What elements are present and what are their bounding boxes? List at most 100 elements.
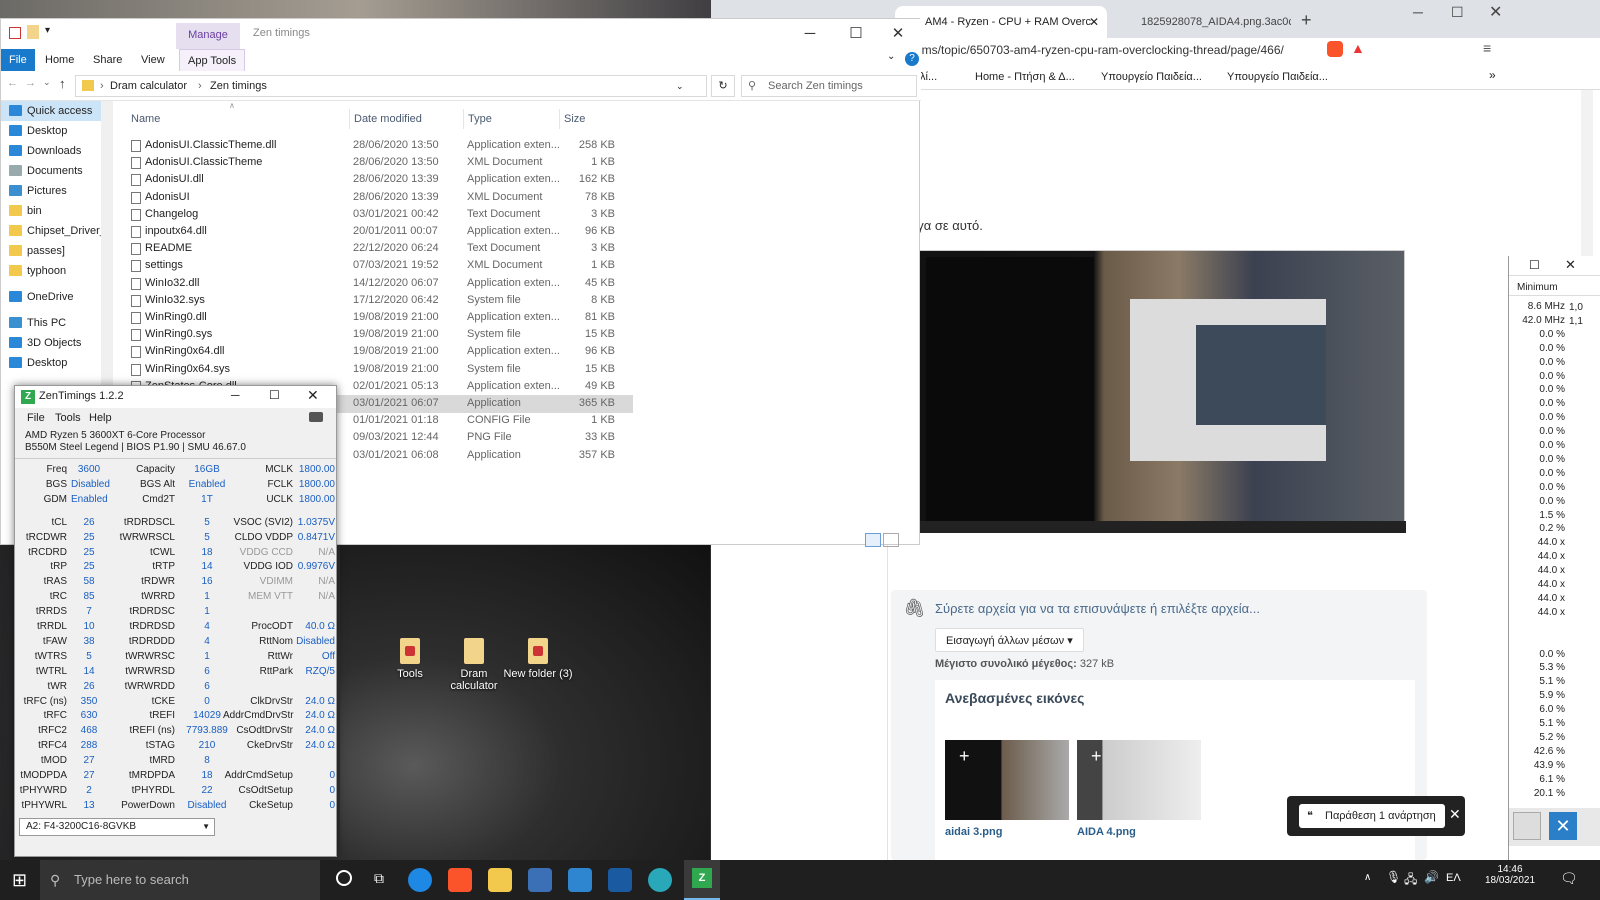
menu-help[interactable]: Help	[89, 408, 112, 428]
post-screenshot-image[interactable]	[903, 250, 1406, 533]
store-icon[interactable]	[528, 868, 552, 892]
nav-item[interactable]: passes]	[1, 241, 113, 261]
minimize-icon[interactable]: ─	[787, 19, 833, 49]
browser-tab-2[interactable]: 1825928078_AIDA4.png.3ac0cc8b667	[1111, 6, 1291, 38]
menu-file[interactable]: File	[27, 408, 45, 428]
url-field[interactable]: forums/topic/650703-am4-ryzen-cpu-ram-ov…	[901, 38, 1421, 62]
more-bookmarks-icon[interactable]: »	[1489, 68, 1496, 82]
column-size[interactable]: Size	[559, 109, 623, 129]
upload-thumbnail-1[interactable]: +	[945, 740, 1069, 820]
maximize-icon[interactable]: ☐	[1451, 4, 1464, 21]
close-icon[interactable]: ✕	[1489, 2, 1502, 22]
memory-module-select[interactable]: A2: F4-3200C16-8GVKB ▼	[19, 818, 215, 836]
zentimings-taskbar-item[interactable]: Z	[684, 860, 720, 900]
taskbar-search-box[interactable]: ⚲ Type here to search	[40, 860, 320, 900]
file-row[interactable]: Changelog 03/01/2021 00:42 Text Document 3 …	[123, 206, 633, 224]
bookmark-2[interactable]: Home - Πτήση & Δ...	[955, 68, 1075, 86]
network-icon[interactable]: 🖧	[1404, 870, 1417, 891]
dismiss-quote-icon[interactable]: ✕	[1449, 806, 1461, 823]
task-view-icon[interactable]: ⧉	[374, 870, 384, 887]
file-row[interactable]: AdonisUI 28/06/2020 13:39 XML Document 78 K…	[123, 189, 633, 207]
microphone-icon[interactable]: 🎙	[1386, 870, 1401, 884]
nav-item[interactable]: Quick access	[1, 101, 113, 121]
brave-rewards-icon[interactable]: ▲	[1351, 40, 1365, 56]
desktop-icon-new-folder[interactable]: New folder (3)	[500, 638, 576, 680]
refresh-icon[interactable]: ↻	[711, 75, 735, 97]
browser-tab-active[interactable]: AM4 - Ryzen - CPU + RAM Overc ✕	[895, 6, 1107, 38]
ribbon-file-tab[interactable]: File	[1, 49, 35, 71]
menu-icon[interactable]: ≡	[1483, 40, 1491, 56]
maximize-icon[interactable]: ☐	[1529, 258, 1540, 272]
insert-other-media-button[interactable]: Εισαγωγή άλλων μέσων ▾	[935, 628, 1084, 652]
ribbon-home-tab[interactable]: Home	[37, 49, 82, 71]
volume-icon[interactable]: 🔊	[1424, 870, 1439, 884]
expand-ribbon-icon[interactable]: ⌄	[887, 51, 895, 62]
edge-icon[interactable]	[408, 868, 432, 892]
insert-image-icon[interactable]: +	[959, 746, 970, 767]
maximize-icon[interactable]: ☐	[269, 388, 280, 402]
nav-item[interactable]: Downloads	[1, 141, 113, 161]
nav-item[interactable]: Pictures	[1, 181, 113, 201]
up-icon[interactable]: ↑	[59, 76, 66, 91]
file-row[interactable]: AdonisUI.ClassicTheme.dll 28/06/2020 13:5…	[123, 137, 633, 155]
menu-tools[interactable]: Tools	[55, 408, 81, 428]
brave-icon[interactable]	[448, 868, 472, 892]
upload-thumbnail-2[interactable]: +	[1077, 740, 1201, 820]
windows-start-icon[interactable]: ⊞	[12, 870, 27, 891]
back-icon[interactable]: ←	[7, 77, 18, 89]
bookmark-4[interactable]: Υπουργείο Παιδεία...	[1207, 68, 1328, 86]
close-monitor-icon[interactable]: ✕	[1549, 812, 1577, 840]
address-field[interactable]: › Dram calculator › Zen timings ⌄	[75, 75, 707, 97]
close-icon[interactable]: ✕	[307, 387, 319, 404]
breadcrumb-item[interactable]: Dram calculator	[110, 76, 187, 96]
file-row[interactable]: WinRing0x64.dll 19/08/2019 21:00 Applicati…	[123, 343, 633, 361]
quick-access-dropdown-icon[interactable]: ▾	[45, 25, 50, 36]
minimize-icon[interactable]: ─	[1413, 4, 1423, 20]
file-row[interactable]: settings 07/03/2021 19:52 XML Document 1 KB	[123, 257, 633, 275]
breadcrumb-item[interactable]: Zen timings	[210, 76, 267, 96]
nav-item[interactable]: Chipset_Driver_I	[1, 221, 113, 241]
maximize-icon[interactable]: ☐	[833, 19, 879, 49]
ribbon-view-tab[interactable]: View	[133, 49, 173, 71]
properties-icon[interactable]	[9, 27, 21, 39]
screenshot-icon[interactable]	[309, 412, 323, 422]
file-row[interactable]: WinRing0x64.sys 19/08/2019 21:00 System fi…	[123, 361, 633, 379]
nav-item[interactable]: Desktop	[1, 121, 113, 141]
drop-files-text[interactable]: Σύρετε αρχεία για να τα επισυνάψετε ή επ…	[935, 601, 1260, 616]
nav-item[interactable]: Desktop	[1, 353, 113, 373]
nav-item[interactable]: Documents	[1, 161, 113, 181]
file-row[interactable]: inpoutx64.dll 20/01/2011 00:07 Application…	[123, 223, 633, 241]
close-tab-icon[interactable]: ✕	[1089, 6, 1099, 38]
column-type[interactable]: Type	[463, 109, 492, 129]
notifications-icon[interactable]: 🗨	[1560, 870, 1578, 887]
file-explorer-icon[interactable]	[488, 868, 512, 892]
show-hidden-icons-icon[interactable]: ∧	[1364, 872, 1371, 883]
details-view-icon[interactable]	[865, 533, 881, 547]
manage-tab[interactable]: Manage	[176, 23, 240, 49]
nav-item[interactable]: OneDrive	[1, 287, 113, 307]
ribbon-app-tools-tab[interactable]: App Tools	[179, 49, 246, 71]
help-icon[interactable]: ?	[905, 52, 919, 66]
close-icon[interactable]: ✕	[875, 19, 921, 49]
file-row[interactable]: AdonisUI.ClassicTheme 28/06/2020 13:50 XML…	[123, 154, 633, 172]
column-date[interactable]: Date modified	[349, 109, 422, 129]
file-row[interactable]: WinRing0.dll 19/08/2019 21:00 Application …	[123, 309, 633, 327]
forward-icon[interactable]: →	[25, 77, 36, 89]
minimize-icon[interactable]: ─	[231, 388, 240, 402]
mail-icon[interactable]	[568, 868, 592, 892]
recent-locations-icon[interactable]: ⌄	[43, 77, 51, 88]
language-indicator[interactable]: ΕΛ	[1446, 872, 1461, 884]
nav-item[interactable]: typhoon	[1, 261, 113, 281]
address-dropdown-icon[interactable]: ⌄	[676, 76, 684, 96]
search-input[interactable]: ⚲ Search Zen timings	[741, 75, 917, 97]
close-icon[interactable]: ✕	[1565, 257, 1576, 273]
bookmark-3[interactable]: Υπουργείο Παιδεία...	[1081, 68, 1202, 86]
new-tab-icon[interactable]: +	[1301, 10, 1312, 31]
clock[interactable]: 14:46 18/03/2021	[1478, 864, 1542, 886]
insert-image-icon[interactable]: +	[1091, 746, 1102, 767]
nav-item[interactable]: 3D Objects	[1, 333, 113, 353]
nav-item[interactable]: This PC	[1, 313, 113, 333]
hwinfo-icon[interactable]	[608, 868, 632, 892]
large-icons-view-icon[interactable]	[883, 533, 899, 547]
cortana-icon[interactable]	[336, 870, 352, 886]
